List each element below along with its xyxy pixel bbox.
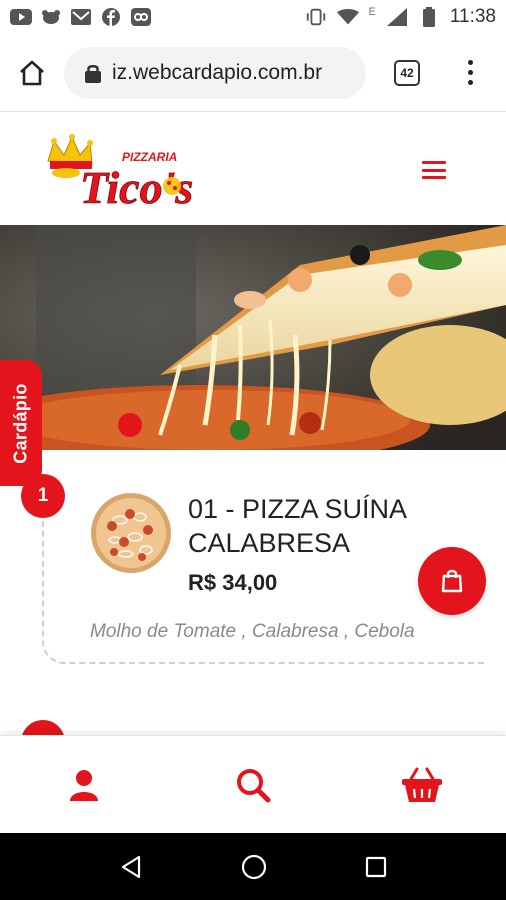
cardapio-side-tab[interactable]: Cardápio: [0, 360, 42, 486]
home-button[interactable]: [0, 34, 64, 112]
bottom-navigation: [0, 735, 506, 833]
search-button[interactable]: [169, 736, 338, 833]
facebook-icon: [100, 8, 122, 26]
product-title[interactable]: 01 - PIZZA SUÍNA CALABRESA: [188, 492, 428, 560]
browser-menu-button[interactable]: [448, 43, 492, 103]
battery-icon: [418, 7, 440, 27]
home-icon: [20, 60, 44, 85]
hero-pizza-image: [0, 225, 506, 450]
site-header: PIZZARIA Tico's: [0, 113, 506, 225]
notification-icon: [40, 8, 62, 26]
shopping-bag-icon: [441, 569, 463, 593]
account-button[interactable]: [0, 736, 169, 833]
menu-icon: [422, 161, 446, 164]
wifi-icon: [336, 8, 359, 26]
youtube-icon: [10, 8, 32, 26]
vibrate-icon: [305, 8, 327, 26]
system-navigation-bar: [0, 833, 506, 900]
basket-icon: [401, 767, 442, 802]
cart-button[interactable]: [337, 736, 506, 833]
product-description: Molho de Tomate , Calabresa , Cebola: [90, 621, 415, 642]
user-icon: [70, 769, 99, 801]
gmail-icon: [70, 8, 92, 26]
hamburger-menu-button[interactable]: [420, 159, 448, 181]
tab-switcher-button[interactable]: 42: [394, 59, 420, 86]
address-bar[interactable]: iz.webcardapio.com.br: [64, 46, 366, 99]
site-logo[interactable]: PIZZARIA Tico's: [40, 131, 210, 211]
back-icon[interactable]: [119, 855, 143, 879]
recents-icon[interactable]: [365, 856, 387, 878]
status-bar: E 11:38: [0, 0, 506, 34]
app-icon: [130, 8, 152, 26]
signal-icon: [386, 8, 408, 26]
more-vert-icon: [467, 60, 473, 65]
lock-icon: [85, 64, 101, 83]
clock: 11:38: [449, 6, 496, 27]
url-text: iz.webcardapio.com.br: [112, 60, 323, 84]
product-image[interactable]: [90, 492, 172, 574]
tab-count: 42: [400, 65, 414, 80]
home-icon[interactable]: [241, 854, 267, 880]
product-price: R$ 34,00: [188, 570, 278, 595]
add-to-cart-button[interactable]: [418, 547, 486, 615]
search-icon: [237, 768, 271, 802]
side-tab-label: Cardápio: [10, 382, 31, 464]
browser-toolbar: iz.webcardapio.com.br 42: [0, 34, 506, 112]
network-type: E: [368, 6, 376, 18]
item-number-badge: 1: [21, 474, 65, 518]
